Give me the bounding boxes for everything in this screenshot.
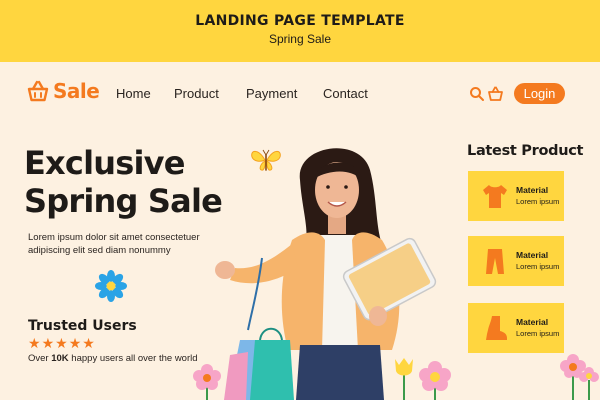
trusted-users-description: Over 10K happy users all over the world: [28, 353, 198, 364]
headline-line-2: Spring Sale: [24, 182, 223, 220]
navbar: Sale Home Product Payment Contact Login: [0, 62, 600, 126]
trusted-desc-prefix: Over: [28, 353, 52, 364]
hero-headline: Exclusive Spring Sale: [24, 144, 223, 220]
star-icon: ★: [55, 335, 69, 351]
product-subtitle: Lorem ipsum: [516, 329, 560, 338]
pink-flower-icon: [193, 364, 221, 400]
trusted-user-count: 10K: [51, 353, 69, 364]
product-title: Material: [516, 317, 549, 327]
rating-stars: ★★★★★: [28, 335, 96, 352]
product-title: Material: [516, 185, 549, 195]
nav-link-product[interactable]: Product: [174, 86, 219, 101]
boot-icon: [486, 316, 507, 340]
trusted-desc-suffix: happy users all over the world: [68, 353, 198, 364]
login-button[interactable]: Login: [514, 83, 565, 104]
basket-logo-icon: [27, 80, 49, 102]
trusted-users-title: Trusted Users: [28, 318, 137, 334]
yellow-tulip-icon: [395, 358, 413, 400]
basket-icon[interactable]: [487, 86, 504, 102]
nav-link-payment[interactable]: Payment: [246, 86, 297, 101]
product-card-tshirt[interactable]: Material Lorem ipsum: [468, 171, 564, 221]
pink-flower-2-icon: [419, 361, 451, 400]
nav-link-home[interactable]: Home: [116, 86, 151, 101]
nav-link-contact[interactable]: Contact: [323, 86, 368, 101]
pants-icon: [486, 249, 504, 274]
brand-logo[interactable]: Sale: [26, 79, 100, 103]
headline-line-1: Exclusive: [24, 144, 185, 182]
star-icon: ★: [41, 335, 56, 351]
corner-flowers-icon: [560, 354, 599, 400]
brand-name: Sale: [53, 79, 100, 103]
hero-description: Lorem ipsum dolor sit amet consectetuer …: [28, 232, 200, 256]
star-icon: ★: [82, 335, 96, 351]
product-subtitle: Lorem ipsum: [516, 197, 560, 206]
tshirt-icon: [483, 185, 507, 208]
top-banner: LANDING PAGE TEMPLATE Spring Sale: [0, 0, 600, 62]
star-icon: ★: [68, 335, 83, 351]
product-card-boot[interactable]: Material Lorem ipsum: [468, 303, 564, 353]
product-subtitle: Lorem ipsum: [516, 262, 560, 271]
banner-title: LANDING PAGE TEMPLATE: [195, 13, 405, 29]
star-icon: ★: [28, 335, 42, 351]
latest-product-title: Latest Product: [467, 143, 584, 159]
product-title: Material: [516, 250, 549, 260]
product-card-pants[interactable]: Material Lorem ipsum: [468, 236, 564, 286]
blue-flower-icon: [95, 270, 127, 302]
banner-subtitle: Spring Sale: [268, 32, 332, 46]
search-icon[interactable]: [469, 86, 485, 102]
